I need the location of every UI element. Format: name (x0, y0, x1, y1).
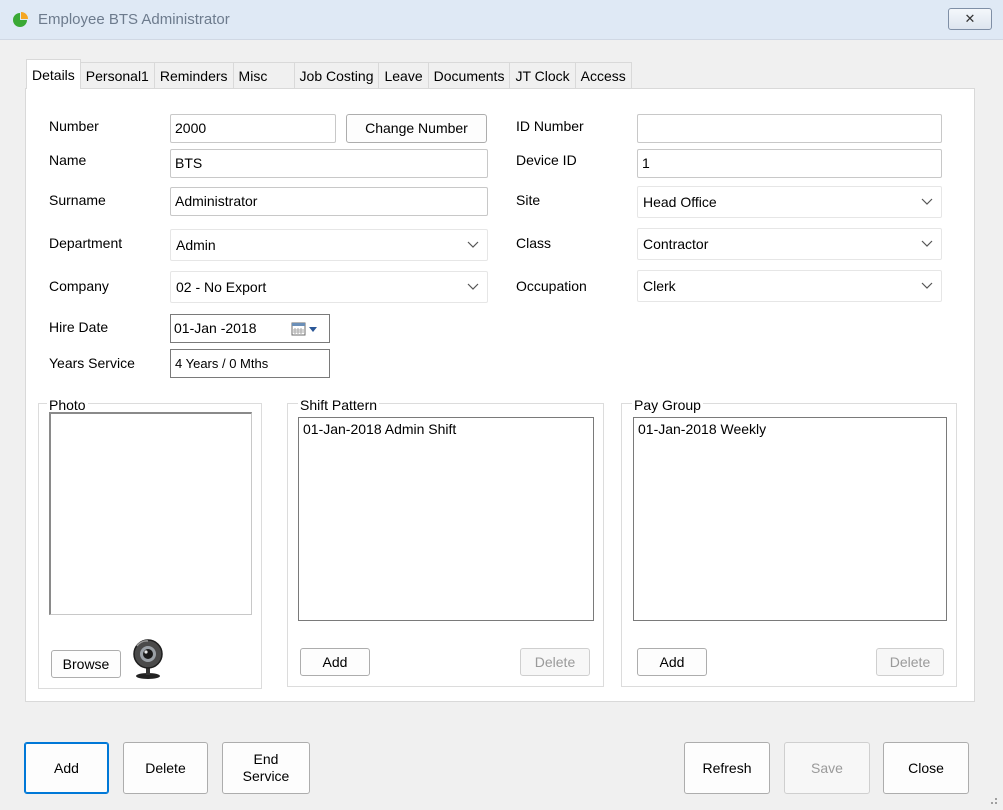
hire-date-value: 01-Jan -2018 (174, 320, 257, 336)
tab-reminders[interactable]: Reminders (153, 62, 234, 89)
tab-strip: Details Personal1 Reminders Misc Job Cos… (26, 59, 632, 89)
pay-group-delete-button[interactable]: Delete (876, 648, 944, 676)
calendar-dropdown-icon[interactable] (291, 321, 323, 337)
occupation-value: Clerk (643, 278, 676, 294)
site-value: Head Office (643, 194, 717, 210)
company-select[interactable]: 02 - No Export (170, 271, 488, 303)
id-number-field[interactable] (637, 114, 942, 143)
end-service-line2: Service (242, 768, 290, 784)
tab-access[interactable]: Access (574, 62, 632, 89)
number-field[interactable]: 2000 (170, 114, 336, 143)
delete-button[interactable]: Delete (123, 742, 208, 794)
tab-job-costing[interactable]: Job Costing (293, 62, 380, 89)
tab-jt-clock[interactable]: JT Clock (509, 62, 576, 89)
surname-field[interactable]: Administrator (170, 187, 488, 216)
chevron-down-icon (467, 241, 479, 248)
shift-pattern-delete-button[interactable]: Delete (520, 648, 590, 676)
end-service-line1: End (253, 751, 279, 767)
site-label: Site (516, 192, 541, 208)
shift-pattern-legend: Shift Pattern (298, 397, 380, 413)
id-number-label: ID Number (516, 118, 584, 134)
resize-grip-icon[interactable] (985, 792, 999, 806)
hire-date-picker[interactable]: 01-Jan -2018 (170, 314, 330, 343)
save-button[interactable]: Save (784, 742, 870, 794)
company-label: Company (49, 278, 109, 294)
chevron-down-icon (467, 283, 479, 290)
site-select[interactable]: Head Office (637, 186, 942, 218)
app-logo-icon (13, 12, 28, 27)
department-label: Department (49, 235, 123, 251)
name-field[interactable]: BTS (170, 149, 488, 178)
occupation-select[interactable]: Clerk (637, 270, 942, 302)
occupation-label: Occupation (516, 278, 587, 294)
shift-pattern-add-button[interactable]: Add (300, 648, 370, 676)
end-service-button[interactable]: End Service (222, 742, 310, 794)
photo-legend: Photo (47, 397, 88, 413)
chevron-down-icon (921, 282, 933, 289)
chevron-down-icon (921, 198, 933, 205)
class-label: Class (516, 235, 552, 251)
list-item[interactable]: 01-Jan-2018 Admin Shift (303, 421, 589, 437)
photo-frame (49, 412, 252, 615)
refresh-button[interactable]: Refresh (684, 742, 770, 794)
pay-group-add-button[interactable]: Add (637, 648, 707, 676)
tab-leave[interactable]: Leave (378, 62, 429, 89)
years-service-label: Years Service (49, 355, 135, 371)
close-icon: ✕ (964, 11, 976, 26)
chevron-down-icon (921, 240, 933, 247)
browse-button[interactable]: Browse (51, 650, 121, 678)
surname-label: Surname (49, 192, 106, 208)
department-value: Admin (176, 237, 216, 253)
pay-group-legend: Pay Group (632, 397, 703, 413)
device-id-label: Device ID (516, 152, 577, 168)
department-select[interactable]: Admin (170, 229, 488, 261)
company-value: 02 - No Export (176, 279, 267, 295)
tab-documents[interactable]: Documents (427, 62, 511, 89)
webcam-icon[interactable] (128, 636, 168, 680)
list-item[interactable]: 01-Jan-2018 Weekly (638, 421, 942, 437)
device-id-field[interactable]: 1 (637, 149, 942, 178)
number-label: Number (49, 118, 99, 134)
name-label: Name (49, 152, 87, 168)
change-number-button[interactable]: Change Number (346, 114, 487, 143)
class-value: Contractor (643, 236, 709, 252)
tab-personal1[interactable]: Personal1 (79, 62, 155, 89)
class-select[interactable]: Contractor (637, 228, 942, 260)
window-title: Employee BTS Administrator (38, 11, 230, 28)
tab-details[interactable]: Details (26, 59, 81, 89)
hire-date-label: Hire Date (49, 319, 109, 335)
close-window-button[interactable]: ✕ (948, 8, 992, 30)
add-button[interactable]: Add (24, 742, 109, 794)
years-service-value: 4 Years / 0 Mths (170, 349, 330, 378)
pay-group-list[interactable]: 01-Jan-2018 Weekly (633, 417, 947, 621)
tab-misc[interactable]: Misc (232, 62, 295, 89)
close-button[interactable]: Close (883, 742, 969, 794)
shift-pattern-list[interactable]: 01-Jan-2018 Admin Shift (298, 417, 594, 621)
